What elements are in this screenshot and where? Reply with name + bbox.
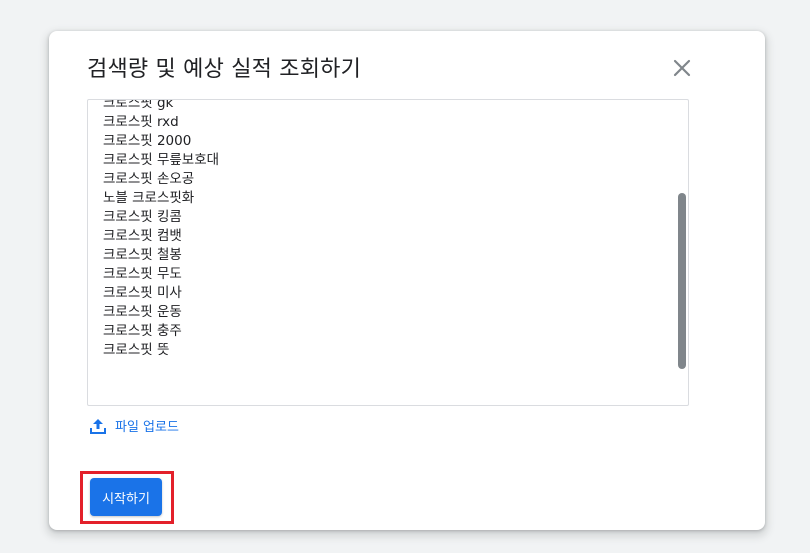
keyword-item: 크로스핏 rxd xyxy=(103,114,179,130)
search-volume-dialog: 검색량 및 예상 실적 조회하기 크로스핏 gk 크로스핏 rxd 크로스핏 200… xyxy=(49,31,765,530)
keyword-item: 크로스핏 컴뱃 xyxy=(103,228,182,244)
close-icon xyxy=(673,59,691,77)
file-upload-link[interactable]: 파일 업로드 xyxy=(89,416,179,435)
keyword-item: 크로스핏 킹콤 xyxy=(103,209,182,225)
keyword-item: 크로스핏 뜻 xyxy=(103,342,170,358)
keyword-item: 크로스핏 미사 xyxy=(103,285,182,301)
keyword-list: 크로스핏 gk 크로스핏 rxd 크로스핏 2000 크로스핏 무릎보호대크로스핏 손… xyxy=(103,99,220,360)
close-button[interactable] xyxy=(667,53,697,83)
file-upload-label: 파일 업로드 xyxy=(115,420,179,435)
scrollbar-thumb[interactable] xyxy=(678,193,686,369)
keyword-item: 크로스핏 운동 xyxy=(103,304,182,320)
keyword-item: 크로스핏 무도 xyxy=(103,266,182,282)
dialog-title: 검색량 및 예상 실적 조회하기 xyxy=(87,57,362,82)
keyword-item: 크로스핏 충주 xyxy=(103,323,182,339)
start-button[interactable]: 시작하기 xyxy=(90,478,162,516)
keyword-item: 크로스핏 손오공 xyxy=(103,171,195,187)
keyword-item: 크로스핏 철봉 xyxy=(103,247,182,263)
keyword-item: 크로스핏 2000 xyxy=(103,133,192,149)
keyword-item: 크로스핏 무릎보호대 xyxy=(103,152,220,168)
keyword-textarea[interactable]: 크로스핏 gk 크로스핏 rxd 크로스핏 2000 크로스핏 무릎보호대크로스핏 손… xyxy=(87,99,689,406)
keyword-item: 노블 크로스핏화 xyxy=(103,190,195,206)
keyword-item: 크로스핏 gk xyxy=(103,99,174,111)
upload-icon xyxy=(89,417,107,435)
